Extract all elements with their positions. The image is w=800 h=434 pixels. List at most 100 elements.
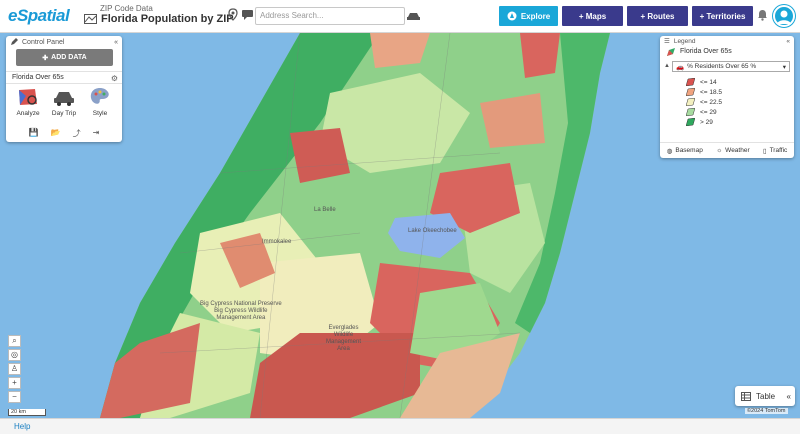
control-panel-header: Control Panel «	[6, 36, 122, 48]
map-label-everglades: Everglades Wildlife Management Area	[326, 325, 362, 352]
address-search-input[interactable]: Address Search...	[255, 7, 405, 25]
collapse-legend-button[interactable]: «	[786, 38, 790, 45]
analyze-label: Analyze	[16, 110, 40, 117]
zoom-search-icon[interactable]: ⌕	[8, 335, 21, 347]
table-button[interactable]: Table «	[735, 386, 795, 406]
basemap-button[interactable]: ◍ Basemap	[667, 147, 703, 155]
legend-layer-name: Florida Over 65s	[680, 48, 732, 55]
legend-item: <= 29	[686, 107, 722, 117]
map-icon	[84, 14, 97, 24]
plus-icon: ✚	[42, 54, 49, 62]
day-trip-button[interactable]: Day Trip	[47, 86, 81, 117]
folder-icon[interactable]: 📂	[51, 128, 61, 139]
swatch-icon	[686, 98, 695, 106]
map-label-immokalee: Immokalee	[262, 239, 292, 245]
list-icon[interactable]: ☰	[664, 37, 670, 45]
location-pin-icon[interactable]	[226, 8, 240, 22]
weather-label: Weather	[725, 147, 750, 154]
sun-icon: ☼	[716, 147, 723, 154]
map-label-lake-okeechobee: Lake Okeechobee	[408, 228, 457, 234]
control-panel-title: Control Panel	[22, 38, 65, 46]
traffic-light-icon: ▯	[763, 147, 767, 155]
chat-icon[interactable]	[241, 8, 255, 22]
zoom-controls: ⌕ ◎ ♙ + −	[8, 335, 21, 403]
explore-label: Explore	[520, 11, 551, 21]
legend-panel: ☰ Legend « Florida Over 65s ▲ 🚗 % Reside…	[660, 36, 794, 158]
table-label: Table	[756, 391, 776, 401]
add-routes-button[interactable]: + Routes	[627, 6, 688, 26]
map-title: Florida Population by ZIP	[101, 13, 234, 25]
car-search-icon[interactable]	[406, 8, 422, 22]
map-subtitle: ZIP Code Data	[100, 4, 153, 13]
help-bar: Help	[0, 418, 800, 434]
add-data-button[interactable]: ✚ ADD DATA	[16, 49, 113, 66]
analyze-button[interactable]: Analyze	[11, 86, 45, 117]
collapse-control-panel-button[interactable]: «	[114, 39, 118, 46]
map-title-block: ZIP Code Data Florida Population by ZIP	[84, 4, 234, 25]
legend-title: Legend	[673, 37, 696, 45]
user-avatar[interactable]	[773, 5, 795, 27]
help-link[interactable]: Help	[14, 422, 30, 431]
zoom-in-button[interactable]: +	[8, 377, 21, 389]
share-icon[interactable]: ⤴	[73, 128, 81, 139]
car-icon	[54, 92, 74, 106]
layer-item[interactable]: Florida Over 65s ⚙	[6, 71, 122, 84]
user-icon	[777, 10, 791, 24]
zoom-out-button[interactable]: −	[8, 391, 21, 403]
map-label-big-cypress: Big Cypress National Preserve Big Cypres…	[200, 301, 282, 321]
legend-field-value: % Residents Over 65 %	[687, 63, 757, 70]
add-maps-label: + Maps	[578, 11, 607, 21]
traffic-button[interactable]: ▯ Traffic	[763, 147, 787, 155]
bell-icon[interactable]	[757, 9, 768, 21]
legend-item-label: <= 18.5	[700, 88, 723, 96]
save-icon[interactable]: 💾	[29, 128, 39, 139]
table-icon	[741, 391, 751, 401]
legend-items: <= 14 <= 18.5 <= 22.5 <= 29 > 29	[686, 77, 722, 127]
explore-button[interactable]: Explore	[499, 6, 558, 26]
control-panel-actions: 💾 📂 ⤴ ⇥	[6, 128, 122, 139]
basemap-label: Basemap	[675, 147, 703, 154]
swatch-icon	[686, 78, 695, 86]
palette-icon	[90, 88, 109, 104]
add-data-label: ADD DATA	[51, 54, 87, 61]
legend-item-label: <= 22.5	[700, 98, 723, 106]
layer-style-icon	[667, 47, 675, 56]
export-icon[interactable]: ⇥	[93, 128, 100, 139]
tool-row: Analyze Day Trip Style	[6, 86, 122, 117]
legend-item-label: <= 29	[700, 108, 717, 116]
expand-triangle-icon[interactable]: ▲	[664, 63, 670, 69]
collapse-table-button[interactable]: «	[787, 392, 791, 401]
copyright: ©2024 TomTom	[745, 408, 788, 414]
day-trip-label: Day Trip	[51, 110, 77, 117]
swatch-icon	[686, 88, 695, 96]
scale-bar: 20 km	[8, 409, 46, 416]
compass-icon	[507, 11, 517, 21]
layer-settings-icon[interactable]: ⚙	[111, 74, 118, 83]
legend-item-label: <= 14	[700, 78, 717, 86]
top-bar: eSpatial ZIP Code Data Florida Populatio…	[0, 0, 800, 33]
layer-name: Florida Over 65s	[12, 74, 64, 81]
legend-header: ☰ Legend «	[660, 36, 794, 46]
legend-item-label: > 29	[700, 118, 713, 126]
pencil-icon[interactable]	[10, 38, 18, 46]
legend-footer: ◍ Basemap ☼ Weather ▯ Traffic	[660, 142, 794, 158]
legend-item: <= 22.5	[686, 97, 722, 107]
legend-layer[interactable]: Florida Over 65s	[660, 46, 794, 57]
chevron-down-icon: ▾	[782, 63, 786, 71]
add-territories-button[interactable]: + Territories	[692, 6, 753, 26]
street-view-icon[interactable]: ♙	[8, 363, 21, 375]
add-routes-label: + Routes	[640, 11, 675, 21]
style-button[interactable]: Style	[83, 86, 117, 117]
add-maps-button[interactable]: + Maps	[562, 6, 623, 26]
locate-icon[interactable]: ◎	[8, 349, 21, 361]
legend-field-select[interactable]: 🚗 % Residents Over 65 % ▾	[672, 61, 790, 72]
map-label-la-belle: La Belle	[314, 207, 336, 213]
car-small-icon: 🚗	[676, 63, 685, 71]
espatial-logo[interactable]: eSpatial	[8, 6, 70, 26]
add-territories-label: + Territories	[699, 11, 746, 21]
legend-item: <= 18.5	[686, 87, 722, 97]
analyze-icon	[19, 89, 37, 105]
style-label: Style	[92, 110, 108, 117]
weather-button[interactable]: ☼ Weather	[716, 147, 749, 154]
legend-item: > 29	[686, 117, 722, 127]
